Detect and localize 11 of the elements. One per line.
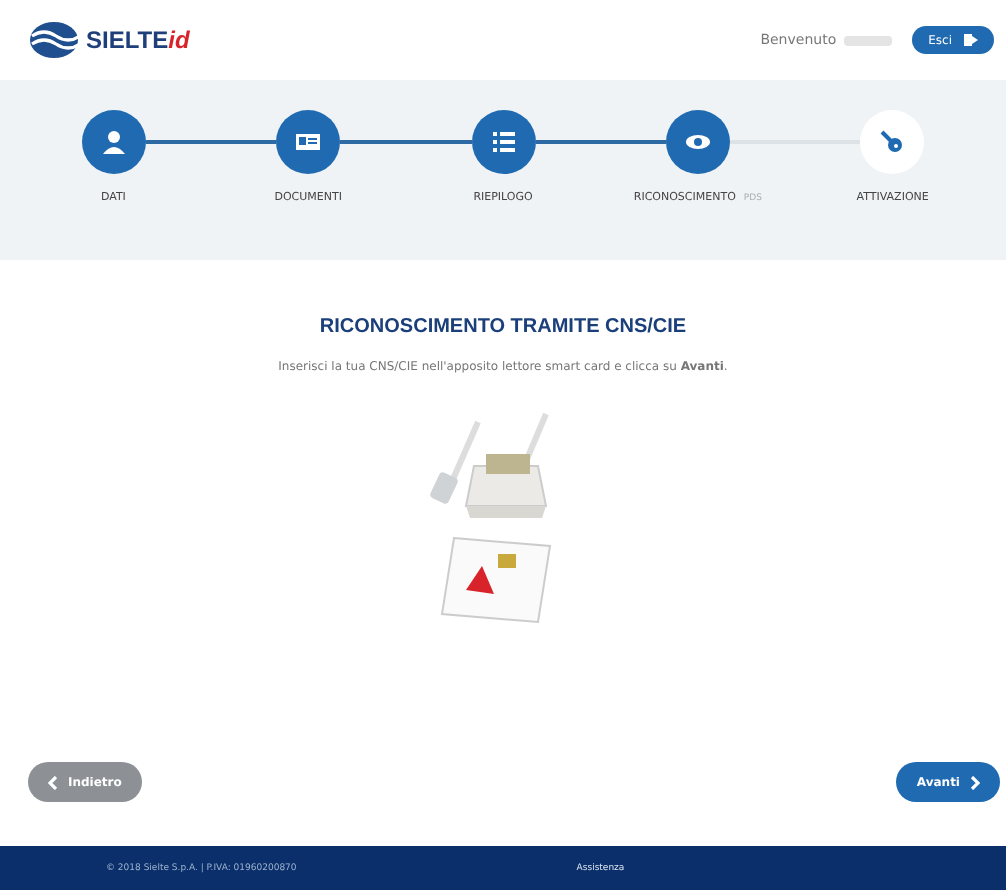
id-card-icon (294, 128, 323, 156)
logout-icon (962, 32, 978, 48)
waves-logo-icon (28, 20, 80, 60)
page-title: RICONOSCIMENTO TRAMITE CNS/CIE (319, 316, 687, 338)
chevron-right-icon (970, 775, 980, 789)
logo-text: SIELTEid (86, 26, 190, 54)
key-icon (878, 128, 907, 156)
chevron-left-icon (48, 775, 58, 789)
person-icon (99, 128, 128, 156)
list-icon (489, 128, 518, 156)
blurred-username (844, 35, 893, 45)
